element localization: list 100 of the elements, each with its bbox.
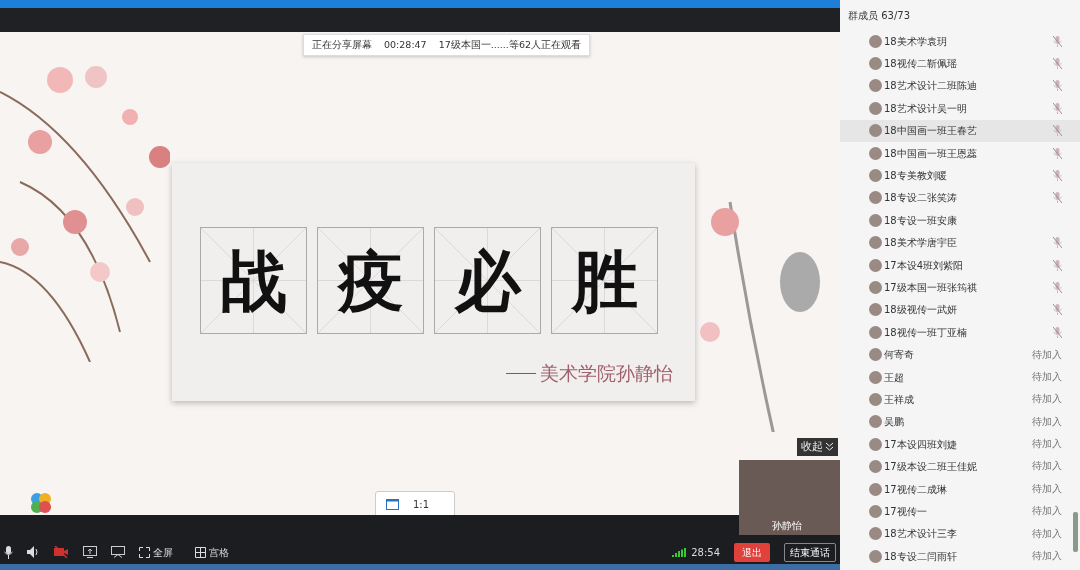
member-name: 17视传二成琳 (884, 482, 948, 497)
avatar-icon (869, 549, 882, 563)
call-duration: 28:54 (691, 545, 720, 560)
avatar-icon (869, 392, 882, 406)
pending-status: 待加入 (1032, 437, 1062, 452)
avatar-icon (869, 57, 882, 71)
chevron-icon (825, 442, 834, 452)
avatar-icon (869, 504, 882, 518)
avatar-icon (869, 303, 882, 317)
pending-status: 待加入 (1032, 392, 1062, 407)
member-name: 18艺术设计吴一明 (884, 101, 968, 116)
app-logo-icon (30, 492, 52, 514)
whiteboard-icon[interactable] (111, 546, 125, 558)
share-screen-icon[interactable] (83, 546, 97, 558)
member-row[interactable]: 王祥成 待加入 (840, 388, 1080, 411)
avatar-icon (869, 169, 882, 183)
avatar-icon (869, 460, 882, 474)
pending-status: 待加入 (1032, 369, 1062, 384)
member-name: 何寄奇 (884, 348, 915, 363)
member-row[interactable]: 18艺术设计三李 待加入 (840, 522, 1080, 545)
pending-status: 待加入 (1032, 414, 1062, 429)
member-name: 18艺术设计三李 (884, 527, 958, 542)
member-row[interactable]: 18艺术设计吴一明 (840, 97, 1080, 120)
collapse-button[interactable]: 收起 (797, 438, 838, 456)
avatar-icon (869, 124, 882, 138)
window-icon (386, 498, 399, 510)
member-name: 17视传一 (884, 504, 928, 519)
member-row[interactable]: 18中国画一班王恩蕊 (840, 141, 1080, 165)
member-row[interactable]: 王超 待加入 (840, 365, 1080, 389)
member-name: 18专设二张笑涛 (884, 191, 958, 206)
video-caption: 孙静怡 (772, 519, 802, 533)
member-name: 17本设四班刘婕 (884, 437, 958, 452)
actual-size-button[interactable]: 1:1 (375, 491, 455, 515)
member-count-title: 群成员 63/73 (847, 9, 911, 23)
member-name: 王超 (884, 370, 905, 385)
member-row[interactable]: 18美术学袁玥 (840, 30, 1080, 53)
member-row[interactable]: 17视传一 待加入 (840, 500, 1080, 523)
share-timer: 00:28:47 (384, 38, 427, 52)
avatar-icon (869, 415, 882, 429)
member-row[interactable]: 吴鹏 待加入 (840, 410, 1080, 434)
member-row[interactable]: 18专美教刘暖 (840, 164, 1080, 187)
camera-off-icon[interactable] (54, 546, 69, 558)
member-row[interactable]: 18视传一班丁亚楠 (840, 321, 1080, 344)
grid-icon (195, 546, 206, 558)
member-row[interactable]: 17级本国一班张筠祺 (840, 276, 1080, 299)
avatar-icon (869, 191, 882, 205)
avatar-icon (869, 258, 882, 272)
member-name: 18中国画一班王恩蕊 (884, 146, 978, 161)
member-row[interactable]: 18美术学唐宇臣 (840, 231, 1080, 254)
member-name: 18专美教刘暖 (884, 169, 948, 184)
member-name: 吴鹏 (884, 415, 905, 430)
member-name: 18艺术设计二班陈迪 (884, 79, 978, 94)
avatar-icon (869, 236, 882, 250)
member-row[interactable]: 18中国画一班王春艺 (840, 119, 1080, 142)
calligraphy-grid-cell: 战 (200, 227, 307, 334)
member-row[interactable]: 18艺术设计二班陈迪 (840, 74, 1080, 98)
member-name: 18专设一班安康 (884, 213, 958, 228)
pending-status: 待加入 (1032, 504, 1062, 519)
exit-button[interactable]: 退出 (734, 542, 770, 562)
avatar-icon (869, 34, 882, 48)
member-row[interactable]: 18级视传一武妍 (840, 298, 1080, 322)
member-row[interactable]: 17本设4班刘紫阳 (840, 253, 1080, 277)
share-status: 正在分享屏幕 (312, 38, 372, 52)
member-name: 17本设4班刘紫阳 (884, 258, 965, 273)
avatar-icon (869, 325, 882, 339)
avatar-icon (869, 281, 882, 294)
avatar-icon (869, 482, 882, 496)
member-row[interactable]: 18专设一班安康 (840, 209, 1080, 232)
member-name: 王祥成 (884, 392, 915, 407)
member-row[interactable]: 18专设二闫雨轩 待加入 (840, 545, 1080, 568)
member-row[interactable]: 何寄奇 待加入 (840, 343, 1080, 366)
member-row[interactable]: 18专设二张笑涛 (840, 186, 1080, 210)
member-name: 18视传二靳佩瑶 (884, 57, 958, 72)
avatar-icon (869, 101, 882, 115)
grid-view-button[interactable]: 宫格 (195, 544, 229, 560)
calligraphy-grid-cell: 胜 (551, 227, 658, 334)
member-name: 18美术学袁玥 (884, 34, 948, 49)
avatar-icon (869, 79, 882, 93)
pending-status: 待加入 (1032, 526, 1062, 541)
member-row[interactable]: 18视传二靳佩瑶 (840, 52, 1080, 75)
pending-status: 待加入 (1032, 459, 1062, 474)
member-name: 18级视传一武妍 (884, 303, 958, 318)
member-row[interactable]: 17本设四班刘婕 待加入 (840, 433, 1080, 456)
member-row[interactable]: 17视传二成琳 待加入 (840, 477, 1080, 501)
speaker-icon[interactable] (27, 546, 40, 558)
slide-author: 美术学院孙静怡 (540, 361, 673, 386)
end-call-button[interactable]: 结束通话 (784, 542, 836, 562)
avatar-icon (869, 437, 882, 451)
member-name: 17级本国一班张筠祺 (884, 281, 978, 295)
member-row[interactable]: 17级本设二班王佳妮 待加入 (840, 455, 1080, 478)
fullscreen-button[interactable]: 全屏 (139, 544, 173, 560)
dash-line (506, 372, 536, 374)
avatar-icon (869, 146, 882, 160)
microphone-icon[interactable] (4, 545, 13, 559)
calligraphy-grid-cell: 必 (434, 227, 541, 334)
avatar-icon (869, 527, 882, 541)
pending-status: 待加入 (1032, 347, 1062, 362)
scrollbar-thumb[interactable] (1073, 512, 1078, 552)
signal-icon (672, 547, 688, 557)
member-name: 18美术学唐宇臣 (884, 236, 958, 251)
